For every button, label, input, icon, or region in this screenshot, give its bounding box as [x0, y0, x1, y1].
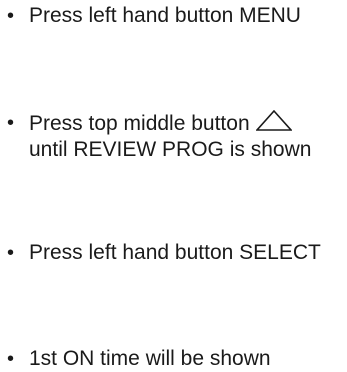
instruction-step-4: • 1st ON time will be shown: [7, 346, 347, 372]
step-text: Press left hand button MENU: [29, 3, 301, 29]
step-text: 1st ON time will be shown: [29, 346, 271, 372]
bullet: •: [7, 348, 15, 370]
step-line: Press left hand button MENU: [29, 4, 301, 27]
bullet: •: [7, 112, 15, 134]
instruction-step-3: • Press left hand button SELECT: [7, 240, 347, 266]
bullet: •: [7, 5, 15, 27]
instruction-step-1: • Press left hand button MENU: [7, 3, 347, 29]
step-text: Press top middle button until REVIEW PRO…: [29, 110, 311, 163]
instruction-step-2: • Press top middle button until REVIEW P…: [7, 110, 347, 163]
step-line: until REVIEW PROG is shown: [29, 138, 312, 161]
step-line: 1st ON time will be shown: [29, 347, 271, 370]
step-text: Press left hand button SELECT: [29, 240, 321, 266]
instruction-page: { "steps": [ { "bullet": "•", "lines": […: [0, 0, 347, 371]
bullet: •: [7, 242, 15, 264]
step-line: Press left hand button SELECT: [29, 241, 321, 264]
step-line: Press top middle button: [29, 112, 250, 135]
up-triangle-icon: [255, 110, 292, 131]
